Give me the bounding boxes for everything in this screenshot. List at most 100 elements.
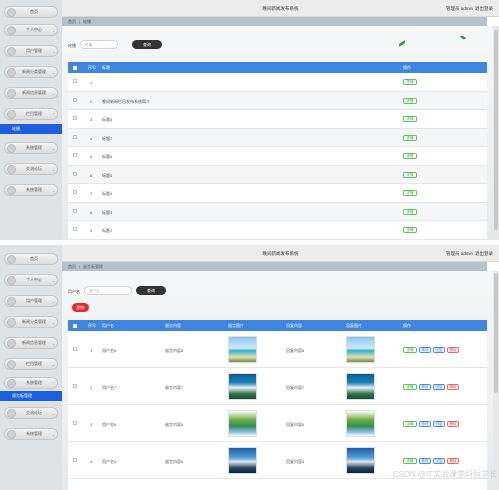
detail-button[interactable]: 详情 (403, 171, 417, 178)
row-checkbox[interactable] (73, 190, 77, 195)
scrollbar[interactable] (493, 271, 499, 490)
sidebar-item-home[interactable]: 首页 (4, 6, 58, 18)
row-username: 用户名7 (102, 384, 117, 390)
sidebar-item-news-category[interactable]: 新闻分类管理 ⌄ (4, 66, 58, 78)
detail-button[interactable]: 详情 (403, 134, 417, 141)
detail-button[interactable]: 详情 (403, 457, 417, 464)
detail-button[interactable]: 详情 (403, 208, 417, 215)
detail-button[interactable]: 详情 (403, 383, 417, 390)
row-username: 用户名8 (102, 347, 117, 353)
header-actions: 操作 (403, 65, 411, 70)
edit-button[interactable]: 修改 (419, 457, 431, 464)
sidebar-item-users[interactable]: 用户管理 ⌄ (4, 295, 58, 307)
sidebar-item-home[interactable]: 首页 (4, 253, 58, 265)
edit-button[interactable]: 修改 (419, 383, 431, 390)
row-delete-button[interactable]: 删除 (447, 346, 459, 353)
sidebar-item-carousel[interactable]: 轮播 (0, 124, 62, 134)
edit-button[interactable]: 修改 (419, 420, 431, 427)
sidebar-item-system[interactable]: 系统管理 ⌃ (4, 377, 58, 389)
row-title: 标题6 (102, 154, 113, 160)
table-row: 8 标题3 详情 (68, 202, 487, 221)
row-checkbox[interactable] (73, 79, 77, 84)
header-content: 留言内容 (165, 323, 181, 328)
row-checkbox[interactable] (73, 97, 77, 102)
row-content: 留言内容8 (165, 347, 184, 353)
sidebar-item-forum[interactable]: 交流论坛 ⌄ (4, 407, 58, 419)
row-title: 标题5 (102, 172, 113, 178)
user-label: 管理员 admin (445, 6, 473, 11)
row-checkbox[interactable] (73, 116, 77, 121)
search-input[interactable]: 轮播 (80, 40, 118, 49)
detail-button[interactable]: 详情 (403, 97, 417, 104)
select-all-checkbox[interactable] (73, 66, 77, 70)
reply-button[interactable]: 回复 (433, 420, 445, 427)
sidebar-item-columns[interactable]: 栏目管理 ⌃ (4, 108, 58, 120)
sidebar-item-system-2[interactable]: 系统管理 ⌄ (4, 428, 58, 440)
sidebar-item-news-info[interactable]: 新闻信息管理 ⌄ (4, 87, 58, 99)
row-checkbox[interactable] (73, 420, 77, 425)
row-content: 留言内容7 (165, 384, 184, 390)
edit-button[interactable]: 修改 (419, 346, 431, 353)
forum-icon (7, 408, 16, 418)
category-icon (7, 317, 16, 327)
chevron-down-icon: ⌄ (52, 277, 56, 283)
search-button[interactable]: 查询 (136, 286, 166, 295)
header-index: 序号 (88, 323, 96, 328)
reply-button[interactable]: 回复 (433, 457, 445, 464)
detail-button[interactable]: 详情 (403, 227, 417, 234)
message-image (228, 446, 257, 474)
row-checkbox[interactable] (73, 153, 77, 158)
detail-button[interactable]: 详情 (403, 153, 417, 160)
sidebar-item-forum[interactable]: 交流论坛 ⌄ (4, 163, 58, 175)
detail-button[interactable]: 详情 (403, 420, 417, 427)
row-delete-button[interactable]: 删除 (447, 420, 459, 427)
row-checkbox[interactable] (73, 383, 77, 388)
row-checkbox[interactable] (73, 346, 77, 351)
sidebar-item-news-category[interactable]: 新闻分类管理 ⌄ (4, 316, 58, 328)
breadcrumb: 首页 | 轮播 (62, 17, 487, 26)
scrollbar[interactable] (493, 26, 499, 240)
row-checkbox[interactable] (73, 227, 77, 232)
row-checkbox[interactable] (73, 208, 77, 213)
select-all-checkbox[interactable] (73, 324, 77, 328)
detail-button[interactable]: 详情 (403, 116, 417, 123)
news-icon (7, 88, 16, 98)
logout-link[interactable]: 退出登录 (475, 6, 493, 11)
row-checkbox[interactable] (73, 171, 77, 176)
row-content: 留言内容5 (165, 458, 184, 464)
logout-link[interactable]: 退出登录 (475, 251, 493, 256)
reply-button[interactable]: 回复 (433, 383, 445, 390)
column-icon (7, 109, 16, 119)
row-title: 标题4 (102, 191, 113, 197)
message-image (228, 372, 257, 400)
row-index: 5 (90, 154, 93, 160)
breadcrumb-home[interactable]: 首页 (68, 264, 76, 269)
reply-button[interactable]: 回复 (433, 346, 445, 353)
detail-button[interactable]: 详情 (403, 79, 417, 86)
row-checkbox[interactable] (73, 134, 77, 139)
row-index: 1 (90, 80, 93, 86)
sidebar-item-system-2[interactable]: 系统管理 ⌄ (4, 184, 58, 196)
delete-button[interactable]: 删除 (72, 303, 89, 312)
detail-button[interactable]: 详情 (403, 190, 417, 197)
row-checkbox[interactable] (73, 457, 77, 462)
username-search-input[interactable]: 用户名 (84, 286, 132, 295)
row-delete-button[interactable]: 删除 (447, 383, 459, 390)
row-reply: 回复内容5 (286, 458, 305, 464)
sidebar-item-system[interactable]: 系统管理 ⌄ (4, 142, 58, 154)
sidebar-item-message-board[interactable]: 留言板管理 (0, 391, 62, 401)
table-row: 6 标题5 详情 (68, 165, 487, 184)
search-button[interactable]: 查询 (132, 40, 162, 49)
carousel-admin-screen: 首页 个人中心 ⌄ 用户管理 ⌄ 新闻分类管理 ⌄ 新闻信息管理 ⌄ 栏目管理 ⌃ 轮播 … (0, 0, 499, 240)
sidebar-item-users[interactable]: 用户管理 ⌄ (4, 45, 58, 57)
breadcrumb-home[interactable]: 首页 (68, 19, 76, 24)
row-index: 3 (90, 117, 93, 123)
chevron-down-icon: ⌄ (52, 48, 56, 54)
sidebar-item-profile[interactable]: 个人中心 ⌄ (4, 24, 58, 36)
row-delete-button[interactable]: 删除 (447, 457, 459, 464)
sidebar-item-news-info[interactable]: 新闻信息管理 ⌄ (4, 337, 58, 349)
sidebar-item-profile[interactable]: 个人中心 ⌄ (4, 274, 58, 286)
sidebar-item-columns[interactable]: 栏目管理 ⌄ (4, 358, 58, 370)
chevron-up-icon: ⌃ (52, 111, 56, 117)
detail-button[interactable]: 详情 (403, 346, 417, 353)
